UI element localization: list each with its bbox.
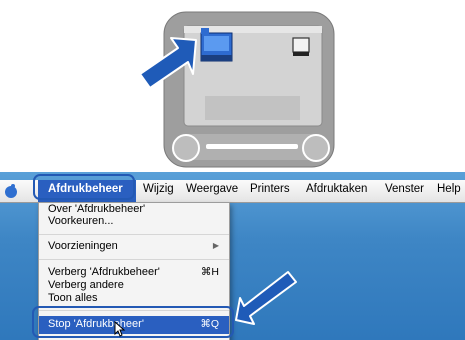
speaker-right [302,134,330,162]
menu-help[interactable]: Help [437,183,461,195]
menu-printers[interactable]: Printers [250,183,290,195]
menu-item-voorkeuren[interactable]: Voorkeuren... [48,215,113,227]
monitor-illustration [139,11,335,168]
menu-item-over[interactable]: Over 'Afdrukbeheer' [48,203,145,215]
highlight-stop-item [32,306,234,338]
submenu-arrow-icon: ▶ [212,241,219,250]
menu-weergave[interactable]: Weergave [186,183,238,195]
highlight-menu-title [33,174,135,200]
screenshot: Afdrukbeheer Wijzig Weergave Printers Af… [0,172,465,340]
menu-separator [39,259,229,260]
arrow-icon [235,271,297,325]
monitor-slot [205,96,300,120]
drive-slot [206,144,298,149]
menu-afdruktaken[interactable]: Afdruktaken [306,183,367,195]
menu-separator [39,234,229,235]
apple-icon[interactable] [4,183,18,199]
hard-drive-icon [292,37,310,56]
printer-folder-icon [200,28,233,62]
menu-item-toon-alles[interactable]: Toon alles [48,292,98,304]
mouse-pointer-icon [114,321,126,337]
menu-venster[interactable]: Venster [385,183,424,195]
menu-item-verberg[interactable]: Verberg 'Afdrukbeheer' [48,266,160,278]
menu-item-voorzieningen[interactable]: Voorzieningen [48,240,118,252]
menu-wijzig[interactable]: Wijzig [143,183,174,195]
menu-item-verberg-andere[interactable]: Verberg andere [48,279,124,291]
shortcut-verberg: ⌘H [200,266,219,278]
speaker-left [172,134,200,162]
